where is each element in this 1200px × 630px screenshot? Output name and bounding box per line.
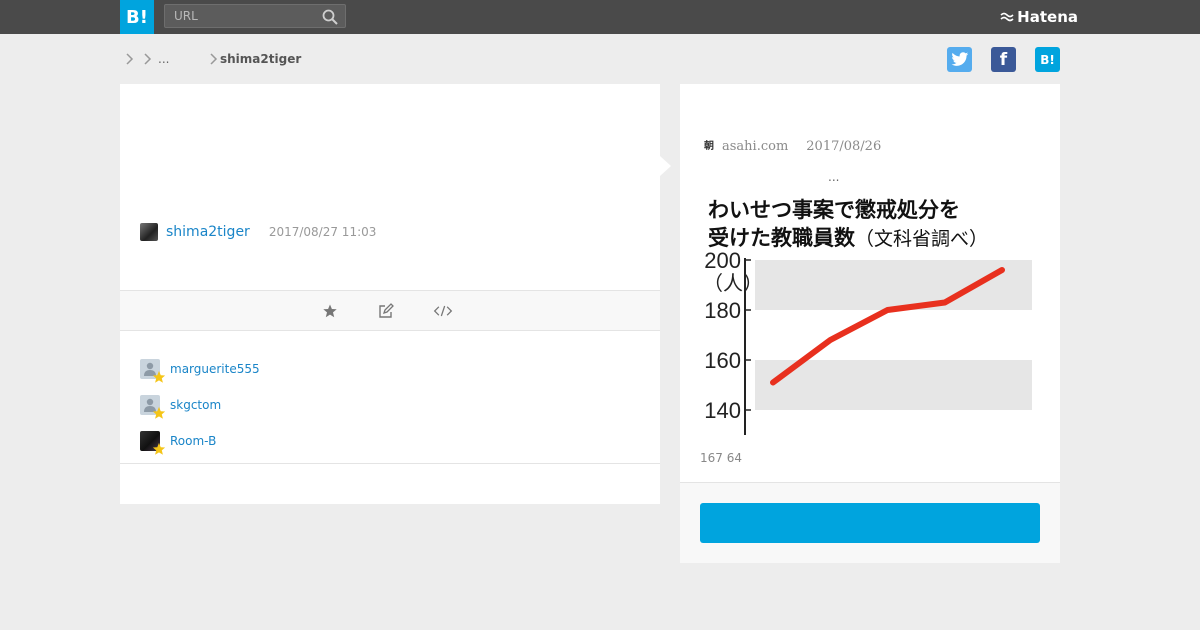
- entry-panel: 朝 asahi.com 2017/08/26 ... わいせつ事案で懲戒処分を …: [680, 84, 1060, 563]
- chart-plot: 200 180 160 140 （人）: [703, 248, 1032, 435]
- chart-tick-label: 180: [704, 298, 741, 323]
- chart-tick-label: 200: [704, 248, 741, 273]
- star-user-name[interactable]: skgctom: [170, 398, 221, 412]
- star-list: marguerite555 skgctom Room-B: [140, 351, 260, 459]
- hatena-share-button[interactable]: B!: [1035, 47, 1060, 72]
- star-user-avatar[interactable]: [140, 431, 166, 455]
- yellow-star-icon: [152, 406, 166, 419]
- chevron-right-icon: [126, 53, 134, 65]
- add-star-button[interactable]: [320, 301, 340, 321]
- entry-source[interactable]: asahi.com: [722, 139, 788, 154]
- bookmark-timestamp[interactable]: 2017/08/27 11:03: [269, 225, 377, 239]
- code-icon: [433, 305, 453, 317]
- yellow-star-icon: [152, 370, 166, 383]
- star-user-avatar[interactable]: [140, 395, 166, 419]
- chart-tick-label: 160: [704, 348, 741, 373]
- facebook-icon: f: [999, 49, 1008, 70]
- chevron-right-icon: [210, 53, 218, 65]
- entry-ellipsis: ...: [828, 170, 840, 184]
- star-user-name[interactable]: marguerite555: [170, 362, 260, 376]
- chevron-right-icon: [144, 53, 152, 65]
- entry-date: 2017/08/26: [806, 139, 882, 154]
- breadcrumb: ... shima2tiger: [124, 50, 301, 68]
- user-avatar[interactable]: [140, 223, 158, 241]
- twitter-share-button[interactable]: [947, 47, 972, 72]
- bookmark-user-row: shima2tiger 2017/08/27 11:03: [140, 223, 376, 241]
- embed-button[interactable]: [433, 301, 453, 321]
- top-bar: B! Hatena: [0, 0, 1200, 34]
- site-favicon-icon: 朝: [704, 140, 714, 152]
- bookmark-cta-button[interactable]: [700, 503, 1040, 543]
- entry-footer: [680, 483, 1060, 563]
- yellow-star-icon: [152, 442, 166, 455]
- star-icon: [323, 304, 337, 318]
- hatena-brand[interactable]: Hatena: [1000, 8, 1078, 26]
- star-user-avatar[interactable]: [140, 359, 166, 383]
- search-box: [164, 4, 346, 28]
- entry-thumbnail-chart[interactable]: わいせつ事案で懲戒処分を 受けた教職員数（文科省調べ） 200 180 160 140…: [700, 192, 1040, 442]
- star-user-item: marguerite555: [140, 351, 260, 387]
- star-user-item: Room-B: [140, 423, 260, 459]
- bookmark-username[interactable]: shima2tiger: [166, 224, 250, 240]
- hatena-bookmark-logo[interactable]: B!: [120, 0, 154, 34]
- star-user-item: skgctom: [140, 387, 260, 423]
- search-input[interactable]: [165, 5, 315, 27]
- hatena-bookmark-icon: B!: [1040, 52, 1055, 67]
- divider: [120, 463, 660, 464]
- chart-band: [755, 260, 1032, 310]
- entry-counts: 167 64: [700, 451, 742, 465]
- chart-tick-label: 140: [704, 398, 741, 423]
- facebook-share-button[interactable]: f: [991, 47, 1016, 72]
- brand-name: Hatena: [1017, 8, 1078, 26]
- search-icon[interactable]: [321, 8, 339, 26]
- hatena-wave-icon: [1000, 12, 1014, 22]
- star-user-name[interactable]: Room-B: [170, 434, 216, 448]
- breadcrumb-ellipsis[interactable]: ...: [158, 52, 208, 66]
- entry-source-row: 朝 asahi.com 2017/08/26: [702, 139, 881, 154]
- bookmark-panel: shima2tiger 2017/08/27 11:03 marguerite5…: [120, 84, 660, 504]
- bookmark-actions: [120, 290, 660, 331]
- edit-icon: [379, 303, 394, 318]
- breadcrumb-user[interactable]: shima2tiger: [220, 52, 301, 66]
- panel-pointer: [660, 156, 671, 176]
- chart-y-label: （人）: [703, 271, 763, 295]
- twitter-icon: [950, 52, 968, 66]
- comment-button[interactable]: [376, 301, 396, 321]
